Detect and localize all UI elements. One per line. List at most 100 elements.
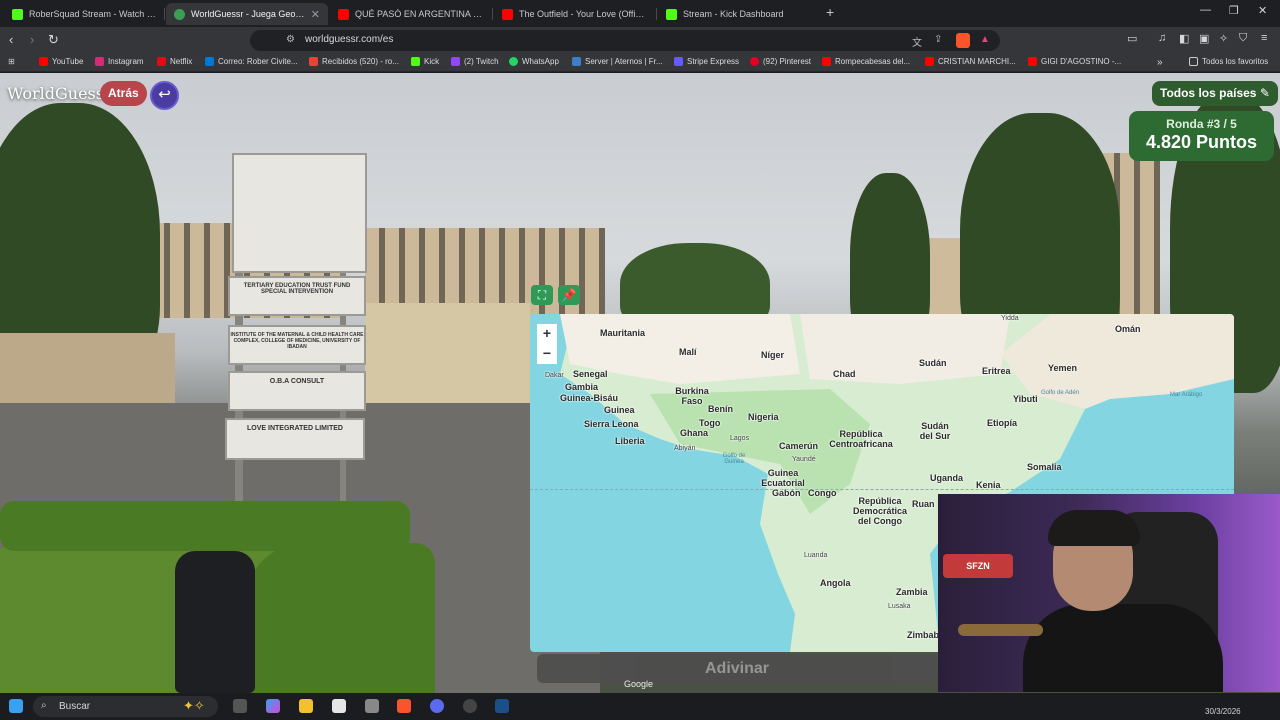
bookmark-netflix[interactable]: Netflix [157, 57, 192, 66]
bookmark-kick[interactable]: Kick [411, 57, 439, 66]
new-tab-icon[interactable]: + [826, 4, 834, 20]
tab-title: WorldGuessr - Juega GeoGuessr [191, 9, 305, 19]
wallet-icon[interactable]: ▣ [1199, 32, 1209, 45]
sidebar-icon[interactable]: ◧ [1179, 32, 1189, 45]
map-label: Chad [833, 369, 856, 379]
tab-youtube-outfield[interactable]: The Outfield - Your Love (Official [494, 3, 654, 25]
tab-divider [656, 8, 657, 20]
map-sea-label: Mar Arábigo [1170, 392, 1203, 398]
app-icon[interactable] [365, 699, 379, 713]
bookmarks-overflow-icon[interactable]: » [1157, 57, 1163, 68]
map-label: Liberia [615, 436, 645, 446]
bookmark-instagram[interactable]: Instagram [95, 57, 144, 66]
navigation-bar: ‹ › ↻ ⚐ ⚙ worldguessr.com/es 文 ⇪ ▲ ▭ ♫ ◧… [0, 27, 1280, 54]
bookmark-label: Rompecabesas del... [835, 57, 911, 66]
map-label: Angola [820, 578, 851, 588]
map-sea-label: Golfo de Adén [1041, 390, 1080, 396]
map-label: Burkina Faso [675, 386, 709, 406]
youtube-icon [39, 57, 48, 66]
country-filter-label: Todos los países [1160, 86, 1257, 100]
forward-arrow-icon[interactable]: › [30, 32, 34, 47]
copilot-icon[interactable] [266, 699, 280, 713]
sidebar-toggle-icon[interactable]: ▭ [1127, 32, 1137, 45]
map-label: Senegal [573, 369, 608, 379]
tab-worldguessr[interactable]: WorldGuessr - Juega GeoGuessr ✕ [166, 3, 328, 25]
brave-shields-icon[interactable] [956, 33, 970, 48]
all-bookmarks[interactable]: Todos los favoritos [1189, 57, 1268, 66]
vpn-icon[interactable]: ⛉ [1239, 32, 1247, 45]
tab-youtube-argentina[interactable]: QUÉ PASÓ EN ARGENTINA EN FEBR [330, 3, 490, 25]
gmail-icon [309, 57, 318, 66]
worldguessr-logo[interactable]: WorldGuessr [7, 84, 112, 103]
bookmark-aternos[interactable]: Server | Aternos | Fr... [572, 57, 663, 66]
bookmark-youtube[interactable]: YouTube [39, 57, 83, 66]
restore-icon[interactable]: ❐ [1229, 4, 1239, 17]
windows-start-icon[interactable] [9, 699, 23, 713]
bookmark-gmail[interactable]: Recibidos (520) - ro... [309, 57, 399, 66]
bookmark-label: WhatsApp [522, 57, 559, 66]
bookmark-label: (92) Pinterest [763, 57, 812, 66]
return-to-start-icon[interactable]: ↩ [150, 81, 179, 110]
tab-title: The Outfield - Your Love (Official [519, 9, 646, 19]
street-sign: TERTIARY EDUCATION TRUST FUND SPECIAL IN… [228, 276, 366, 316]
bookmark-stripe[interactable]: Stripe Express [674, 57, 739, 66]
bookmark-gigi[interactable]: GIGI D'AGOSTINO -... [1028, 57, 1121, 66]
brave-browser-icon[interactable] [397, 699, 411, 713]
pin-map-icon[interactable]: 📌 [558, 285, 580, 305]
address-bar[interactable]: ⚙ worldguessr.com/es 文 ⇪ ▲ [250, 30, 1000, 51]
steam-icon[interactable] [495, 699, 509, 713]
bookmark-twitch[interactable]: (2) Twitch [451, 57, 499, 66]
map-label: Uganda [930, 473, 964, 483]
tab-title: RoberSquad Stream - Watch Live [29, 9, 156, 19]
store-icon[interactable] [332, 699, 346, 713]
bookmark-label: Server | Aternos | Fr... [585, 57, 663, 66]
back-button[interactable]: Atrás [100, 81, 147, 106]
map-label: Somalia [1027, 462, 1062, 472]
discord-icon[interactable] [430, 699, 444, 713]
task-view-icon[interactable] [233, 699, 247, 713]
apps-grid-icon[interactable]: ⊞ [8, 57, 15, 66]
country-filter-button[interactable]: Todos los países ✎ [1152, 81, 1278, 106]
map-label: Etiopía [987, 418, 1018, 428]
minimize-icon[interactable]: — [1200, 4, 1211, 16]
expand-map-icon[interactable]: ⛶ [531, 285, 553, 305]
kick-icon [666, 8, 677, 20]
obs-icon[interactable] [463, 699, 477, 713]
translate-icon[interactable]: 文 [912, 34, 922, 49]
map-label: Benín [708, 404, 734, 414]
guess-button[interactable]: Adivinar [537, 654, 937, 683]
site-info-icon[interactable]: ⚙ [286, 34, 295, 45]
taskbar-date: 30/3/2026 [1205, 707, 1241, 716]
file-explorer-icon[interactable] [299, 699, 313, 713]
leo-ai-icon[interactable]: ✧ [1219, 32, 1228, 45]
close-tab-icon[interactable]: ✕ [311, 8, 320, 21]
taskbar-search[interactable]: ⌕ Buscar ✦✧ [33, 696, 218, 717]
zoom-out-button[interactable]: − [537, 344, 557, 364]
mic-arm [958, 624, 1043, 636]
back-arrow-icon[interactable]: ‹ [9, 32, 13, 47]
bookmark-pinterest[interactable]: (92) Pinterest [750, 57, 811, 66]
media-icon[interactable]: ♫ [1158, 32, 1166, 44]
tab-kick-dashboard[interactable]: Stream - Kick Dashboard [658, 3, 818, 25]
brave-rewards-icon[interactable]: ▲ [980, 34, 990, 45]
reload-icon[interactable]: ↻ [48, 32, 59, 48]
streamer-webcam: SFZN [938, 494, 1280, 692]
map-attribution: Google [624, 679, 654, 689]
search-label: Buscar [59, 701, 91, 712]
menu-icon[interactable]: ≡ [1261, 32, 1267, 44]
bookmark-correo[interactable]: Correo: Rober Civite... [205, 57, 298, 66]
bookmark-rompecabesas[interactable]: Rompecabesas del... [822, 57, 910, 66]
round-score-panel: Ronda #3 / 5 4.820 Puntos [1129, 111, 1274, 161]
zoom-in-button[interactable]: + [537, 324, 557, 344]
tab-robersquad[interactable]: RoberSquad Stream - Watch Live [4, 3, 164, 25]
bookmark-cristian[interactable]: CRISTIAN MARCHI... [925, 57, 1016, 66]
window-close-icon[interactable]: ✕ [1258, 4, 1267, 17]
map-label: Yemen [1048, 363, 1078, 373]
tab-title: Stream - Kick Dashboard [683, 9, 784, 19]
share-icon[interactable]: ⇪ [934, 34, 942, 45]
headphones [1048, 510, 1140, 546]
map-city-label: Lusaka [888, 603, 911, 610]
street-sign: INSTITUTE OF THE MATERNAL & CHILD HEALTH… [228, 325, 366, 365]
bookmark-whatsapp[interactable]: WhatsApp [509, 57, 559, 66]
map-label: Togo [699, 418, 721, 428]
